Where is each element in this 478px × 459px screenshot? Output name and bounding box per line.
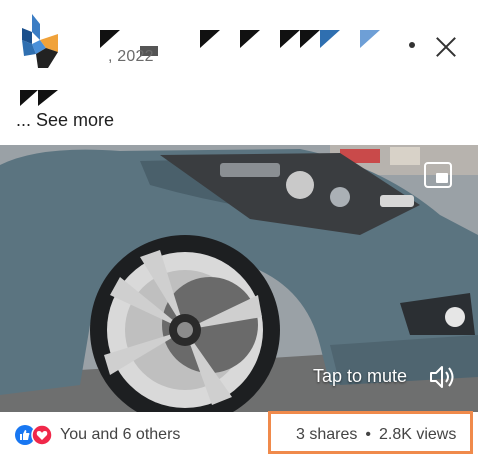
redacted-name [200, 30, 220, 48]
redacted-name [320, 30, 340, 48]
author-avatar[interactable] [18, 14, 62, 68]
separator: • [365, 426, 371, 443]
redacted-name [360, 30, 380, 48]
shares-count[interactable]: 3 shares [296, 426, 357, 443]
post-stats: 3 shares • 2.8K views [296, 426, 456, 444]
love-icon [31, 424, 53, 446]
redacted-name [280, 30, 300, 48]
redacted-text [38, 90, 58, 106]
redacted-name [240, 30, 260, 48]
redacted-text [20, 90, 38, 106]
reactions-count[interactable]: You and 6 others [60, 426, 180, 444]
picture-in-picture-icon[interactable] [424, 162, 452, 188]
redacted-name [300, 30, 320, 48]
see-more-link[interactable]: ... See more [16, 110, 114, 131]
redacted-name [100, 30, 120, 48]
views-count: 2.8K views [378, 426, 457, 443]
more-icon[interactable] [409, 42, 415, 48]
tap-to-mute-label[interactable]: Tap to mute [313, 366, 407, 387]
close-icon[interactable] [433, 34, 459, 60]
speaker-icon[interactable] [428, 363, 456, 391]
reaction-icons[interactable] [14, 424, 54, 446]
post-header: , 2022 ... See more [0, 0, 478, 140]
post-timestamp[interactable]: , 2022 [108, 48, 154, 66]
